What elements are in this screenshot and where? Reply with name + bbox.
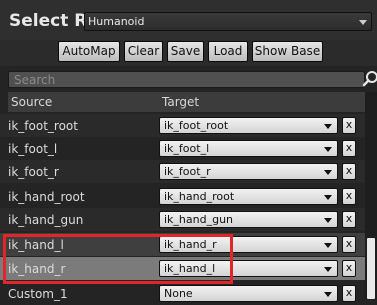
- vertical-scrollbar[interactable]: [365, 92, 377, 299]
- target-bone-value: ik_foot_l: [164, 142, 210, 155]
- chevron-down-icon: [324, 243, 332, 248]
- chevron-down-icon: [324, 170, 332, 175]
- load-button[interactable]: Load: [208, 41, 248, 62]
- table-row: Custom_1 None x: [0, 282, 365, 305]
- source-bone-label: ik_foot_root: [8, 119, 78, 133]
- automap-button[interactable]: AutoMap: [58, 41, 120, 62]
- clear-mapping-button[interactable]: x: [342, 211, 356, 228]
- table-row: ik_hand_r ik_hand_l x: [0, 257, 365, 280]
- clear-mapping-button[interactable]: x: [342, 285, 356, 302]
- source-bone-label: ik_foot_l: [8, 142, 58, 156]
- target-bone-value: None: [164, 287, 193, 300]
- save-button[interactable]: Save: [167, 41, 204, 62]
- target-bone-value: ik_hand_root: [164, 190, 235, 203]
- target-bone-dropdown[interactable]: ik_hand_root: [159, 188, 338, 205]
- target-column-header: Target: [162, 95, 200, 109]
- source-bone-label: ik_foot_r: [8, 165, 59, 179]
- target-bone-value: ik_foot_root: [164, 119, 229, 132]
- target-bone-value: ik_hand_r: [164, 238, 217, 251]
- target-bone-value: ik_hand_l: [164, 262, 216, 275]
- clear-mapping-button[interactable]: x: [342, 236, 356, 253]
- rig-dropdown[interactable]: Humanoid: [84, 12, 372, 31]
- table-row: ik_foot_root ik_foot_root x: [0, 114, 365, 137]
- clear-button[interactable]: Clear: [124, 41, 163, 62]
- clear-mapping-button[interactable]: x: [342, 260, 356, 277]
- target-bone-dropdown[interactable]: ik_foot_l: [159, 140, 338, 157]
- table-row: ik_hand_l ik_hand_r x: [0, 233, 365, 256]
- clear-mapping-button[interactable]: x: [342, 188, 356, 205]
- chevron-down-icon: [324, 124, 332, 129]
- search-icon[interactable]: [362, 70, 377, 88]
- scrollbar-thumb[interactable]: [367, 238, 375, 299]
- rig-header: Select Rig Humanoid: [0, 0, 377, 40]
- table-row: ik_foot_r ik_foot_r x: [0, 160, 365, 183]
- source-column-header: Source: [11, 95, 53, 109]
- chevron-down-icon: [324, 292, 332, 297]
- clear-mapping-button[interactable]: x: [342, 140, 356, 157]
- clear-mapping-button[interactable]: x: [342, 117, 356, 134]
- search-placeholder: Search: [14, 73, 56, 87]
- show-base-button[interactable]: Show Base: [252, 41, 323, 62]
- source-bone-label: ik_hand_gun: [8, 213, 84, 227]
- source-bone-label: ik_hand_r: [8, 262, 66, 276]
- rig-dropdown-value: Humanoid: [88, 15, 145, 28]
- target-bone-value: ik_foot_r: [164, 165, 211, 178]
- chevron-down-icon: [324, 147, 332, 152]
- target-bone-dropdown[interactable]: ik_foot_r: [159, 163, 338, 180]
- chevron-down-icon: [324, 218, 332, 223]
- target-bone-value: ik_hand_gun: [164, 213, 234, 226]
- chevron-down-icon: [324, 267, 332, 272]
- column-header: Source Target: [8, 92, 365, 112]
- chevron-down-icon: [324, 195, 332, 200]
- clear-mapping-button[interactable]: x: [342, 163, 356, 180]
- target-bone-dropdown[interactable]: None: [159, 285, 338, 302]
- toolbar: AutoMap Clear Save Load Show Base: [0, 40, 377, 66]
- source-bone-label: ik_hand_root: [8, 190, 85, 204]
- search-input[interactable]: Search: [8, 71, 377, 88]
- target-bone-dropdown[interactable]: ik_hand_l: [159, 260, 338, 277]
- chevron-down-icon: [359, 20, 367, 25]
- source-bone-label: ik_hand_l: [8, 238, 64, 252]
- target-bone-dropdown[interactable]: ik_hand_gun: [159, 211, 338, 228]
- table-row: ik_foot_l ik_foot_l x: [0, 137, 365, 160]
- target-bone-dropdown[interactable]: ik_hand_r: [159, 236, 338, 253]
- table-row: ik_hand_root ik_hand_root x: [0, 185, 365, 208]
- table-row: ik_hand_gun ik_hand_gun x: [0, 208, 365, 231]
- target-bone-dropdown[interactable]: ik_foot_root: [159, 117, 338, 134]
